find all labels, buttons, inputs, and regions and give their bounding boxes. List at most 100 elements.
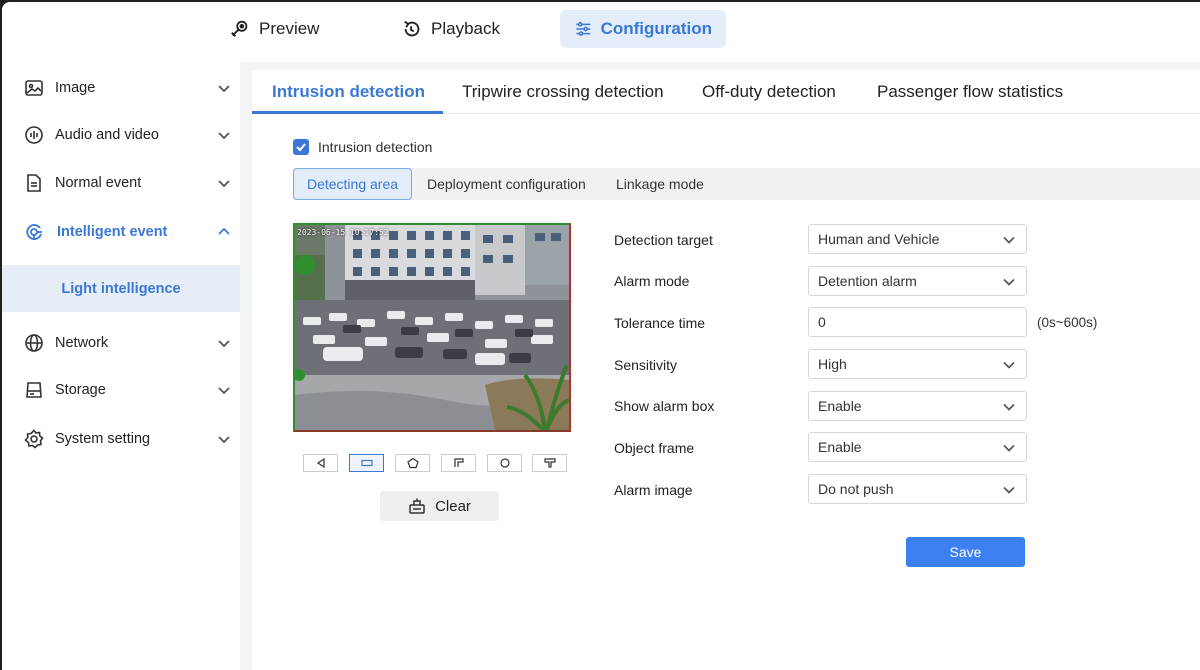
chevron-up-icon: [218, 227, 230, 235]
save-button[interactable]: Save: [906, 537, 1025, 567]
sidebar-item-audio-video[interactable]: Audio and video: [2, 112, 240, 158]
sidebar-subitem-light-intelligence[interactable]: Light intelligence: [2, 265, 240, 312]
label-alarm-image: Alarm image: [614, 482, 693, 498]
back-icon: [316, 457, 325, 469]
tab-intrusion-detection[interactable]: Intrusion detection: [272, 70, 425, 114]
tool-rectangle[interactable]: [349, 454, 384, 472]
tool-polyline[interactable]: [441, 454, 476, 472]
label-show-alarm-box: Show alarm box: [614, 398, 715, 414]
input-value: 0: [818, 314, 826, 330]
gear-icon: [24, 429, 44, 449]
tab-passenger-flow[interactable]: Passenger flow statistics: [877, 70, 1063, 114]
app-window: Preview Playback Configuration Image Aud…: [2, 2, 1200, 670]
tab-tripwire-crossing[interactable]: Tripwire crossing detection: [462, 70, 664, 114]
chevron-down-icon: [1003, 361, 1015, 369]
show-alarm-box-select[interactable]: Enable: [808, 391, 1027, 421]
select-value: High: [818, 356, 847, 372]
subtab-deployment-configuration[interactable]: Deployment configuration: [427, 168, 586, 200]
subtab-detecting-area[interactable]: Detecting area: [293, 168, 412, 200]
tool-pentagon[interactable]: [395, 454, 430, 472]
detection-target-select[interactable]: Human and Vehicle: [808, 224, 1027, 254]
sidebar-subitem-label: Light intelligence: [61, 280, 181, 297]
sidebar-item-label: System setting: [55, 431, 151, 447]
chevron-down-icon: [1003, 236, 1015, 244]
intelligent-event-icon: [24, 222, 44, 242]
nav-playback-label: Playback: [431, 19, 500, 38]
active-tab-indicator: [252, 111, 443, 114]
sidebar-item-label: Normal event: [55, 175, 142, 191]
intrusion-enable-checkbox[interactable]: Intrusion detection: [293, 139, 432, 155]
sidebar-item-label: Audio and video: [55, 127, 159, 143]
chevron-down-icon: [218, 340, 230, 348]
detection-tabs: Intrusion detection Tripwire crossing de…: [252, 70, 1200, 114]
tolerance-time-input[interactable]: 0: [808, 307, 1027, 337]
circle-icon: [499, 458, 510, 468]
chevron-down-icon: [218, 132, 230, 140]
sidebar-item-intelligent-event[interactable]: Intelligent event: [2, 209, 240, 255]
sidebar-item-storage[interactable]: Storage: [2, 367, 240, 413]
clear-icon: [409, 498, 425, 514]
video-timestamp: 2023-06-15 10:17:52: [297, 228, 389, 237]
tool-tripwire[interactable]: [532, 454, 567, 472]
document-icon: [24, 173, 44, 193]
chevron-down-icon: [218, 180, 230, 188]
sidebar-item-label: Network: [55, 335, 109, 351]
chevron-down-icon: [1003, 486, 1015, 494]
config-subtabs: Detecting area Deployment configuration …: [293, 168, 1200, 200]
tolerance-time-hint: (0s~600s): [1037, 315, 1098, 330]
tab-off-duty[interactable]: Off-duty detection: [702, 70, 836, 114]
subtab-linkage-mode[interactable]: Linkage mode: [616, 168, 704, 200]
nav-configuration-label: Configuration: [600, 19, 712, 38]
playback-icon: [404, 20, 420, 37]
tab-label: Off-duty detection: [702, 82, 836, 101]
chevron-down-icon: [1003, 278, 1015, 286]
subtab-label: Detecting area: [306, 176, 399, 192]
sensitivity-select[interactable]: High: [808, 349, 1027, 379]
camera-preview[interactable]: 2023-06-15 10:17:52: [293, 223, 571, 432]
subtab-label: Deployment configuration: [427, 176, 586, 192]
configuration-icon: [576, 22, 591, 36]
nav-preview[interactable]: Preview: [215, 10, 333, 48]
storage-icon: [24, 380, 44, 400]
chevron-down-icon: [218, 85, 230, 93]
clear-button[interactable]: Clear: [380, 491, 499, 521]
tool-back[interactable]: [303, 454, 338, 472]
preview-icon: [231, 20, 248, 37]
label-detection-target: Detection target: [614, 232, 713, 248]
area-drawing-tools: [303, 454, 568, 472]
globe-icon: [24, 333, 44, 353]
audio-video-icon: [24, 125, 44, 145]
select-value: Human and Vehicle: [818, 231, 940, 247]
sidebar: Image Audio and video Normal event Intel…: [2, 62, 240, 670]
nav-playback[interactable]: Playback: [387, 10, 514, 48]
checkbox-checked[interactable]: [293, 139, 309, 155]
clear-label: Clear: [435, 497, 471, 515]
pentagon-icon: [406, 457, 419, 469]
tab-label: Passenger flow statistics: [877, 82, 1064, 101]
rectangle-icon: [360, 459, 373, 467]
alarm-image-select[interactable]: Do not push: [808, 474, 1027, 504]
label-alarm-mode: Alarm mode: [614, 273, 690, 289]
main-panel: Intrusion detection Tripwire crossing de…: [252, 70, 1200, 670]
tripwire-icon: [543, 458, 556, 468]
tool-circle[interactable]: [487, 454, 522, 472]
select-value: Do not push: [818, 481, 894, 497]
label-tolerance-time: Tolerance time: [614, 315, 706, 331]
subtab-label: Linkage mode: [616, 176, 704, 192]
chevron-down-icon: [218, 436, 230, 444]
sidebar-item-network[interactable]: Network: [2, 320, 240, 366]
sidebar-item-normal-event[interactable]: Normal event: [2, 160, 240, 206]
nav-preview-label: Preview: [259, 19, 320, 38]
sidebar-item-image[interactable]: Image: [2, 65, 240, 111]
sidebar-item-system-setting[interactable]: System setting: [2, 416, 240, 462]
tab-label: Intrusion detection: [272, 82, 425, 101]
label-sensitivity: Sensitivity: [614, 357, 678, 373]
object-frame-select[interactable]: Enable: [808, 432, 1027, 462]
nav-configuration[interactable]: Configuration: [560, 10, 726, 48]
polyline-icon: [453, 458, 464, 467]
alarm-mode-select[interactable]: Detention alarm: [808, 266, 1027, 296]
check-icon: [296, 143, 306, 152]
sidebar-item-label: Intelligent event: [57, 224, 168, 240]
chevron-down-icon: [218, 387, 230, 395]
sidebar-item-label: Storage: [55, 382, 106, 398]
